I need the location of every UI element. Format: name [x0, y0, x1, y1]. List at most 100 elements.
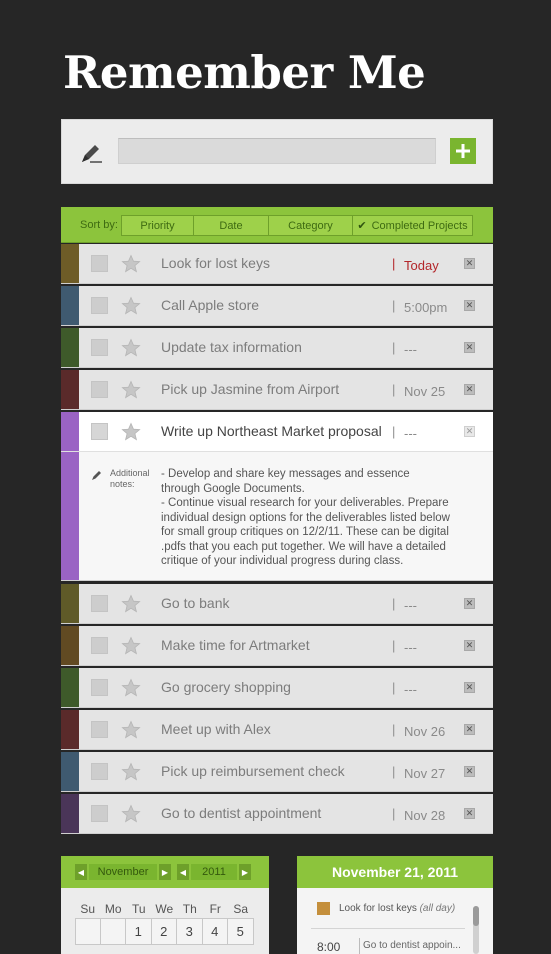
add-task-bar	[61, 119, 493, 184]
task-checkbox[interactable]	[91, 805, 108, 822]
next-month-arrow-icon[interactable]: ▶	[159, 864, 171, 880]
task-checkbox[interactable]	[91, 255, 108, 272]
delete-task-icon[interactable]: ✕	[464, 426, 475, 437]
task-label[interactable]: Call Apple store	[161, 297, 259, 313]
star-icon[interactable]	[121, 720, 141, 740]
delete-task-icon[interactable]: ✕	[464, 808, 475, 819]
due-date: ---	[404, 598, 417, 613]
calendar-header: ◀ November ▶ ◀ 2011 ▶	[61, 856, 269, 888]
prev-year-arrow-icon[interactable]: ◀	[177, 864, 189, 880]
pencil-icon	[92, 471, 101, 480]
timed-event[interactable]: Go to dentist appoin...	[363, 940, 461, 951]
sort-priority-button[interactable]: Priority	[122, 216, 194, 235]
star-icon[interactable]	[121, 422, 141, 442]
task-checkbox[interactable]	[91, 721, 108, 738]
task-label[interactable]: Go to dentist appointment	[161, 805, 321, 821]
task-row[interactable]: Call Apple store | 5:00pm ✕	[61, 286, 493, 326]
task-checkbox[interactable]	[91, 763, 108, 780]
delete-task-icon[interactable]: ✕	[464, 598, 475, 609]
delete-task-icon[interactable]: ✕	[464, 766, 475, 777]
task-label[interactable]: Go grocery shopping	[161, 679, 291, 695]
task-label[interactable]: Meet up with Alex	[161, 721, 271, 737]
calendar-day[interactable]: 5	[228, 919, 254, 945]
due-date: ---	[404, 640, 417, 655]
star-icon[interactable]	[121, 762, 141, 782]
star-icon[interactable]	[121, 338, 141, 358]
delete-task-icon[interactable]: ✕	[464, 300, 475, 311]
sort-category-button[interactable]: Category	[269, 216, 353, 235]
delete-task-icon[interactable]: ✕	[464, 682, 475, 693]
delete-task-icon[interactable]: ✕	[464, 640, 475, 651]
task-label[interactable]: Write up Northeast Market proposal	[161, 423, 382, 439]
task-row[interactable]: Go grocery shopping | --- ✕	[61, 668, 493, 708]
category-color-strip	[61, 244, 79, 283]
star-icon[interactable]	[121, 380, 141, 400]
weekday-label: Tu	[131, 902, 146, 916]
task-row[interactable]: Write up Northeast Market proposal | --- ✕	[61, 412, 493, 452]
sort-label: Sort by:	[80, 219, 118, 231]
category-color-strip	[61, 794, 79, 833]
pencil-icon	[82, 145, 102, 163]
category-color-strip	[61, 752, 79, 791]
prev-month-arrow-icon[interactable]: ◀	[75, 864, 87, 880]
delete-task-icon[interactable]: ✕	[464, 384, 475, 395]
delete-task-icon[interactable]: ✕	[464, 342, 475, 353]
task-label[interactable]: Make time for Artmarket	[161, 637, 310, 653]
due-date: Nov 27	[404, 766, 446, 781]
task-row[interactable]: Make time for Artmarket | --- ✕	[61, 626, 493, 666]
sort-date-button[interactable]: Date	[194, 216, 269, 235]
star-icon[interactable]	[121, 594, 141, 614]
task-checkbox[interactable]	[91, 637, 108, 654]
task-checkbox[interactable]	[91, 679, 108, 696]
agenda-date-title: November 21, 2011	[297, 856, 493, 888]
task-checkbox[interactable]	[91, 423, 108, 440]
calendar-day[interactable]	[100, 919, 126, 945]
task-row[interactable]: Meet up with Alex | Nov 26 ✕	[61, 710, 493, 750]
month-selector[interactable]: November	[89, 864, 157, 880]
task-row[interactable]: Pick up Jasmine from Airport | Nov 25 ✕	[61, 370, 493, 410]
calendar-day[interactable]: 4	[202, 919, 228, 945]
calendar-day[interactable]: 1	[126, 919, 152, 945]
agenda-scroll-thumb[interactable]	[473, 906, 479, 926]
delete-task-icon[interactable]: ✕	[464, 258, 475, 269]
star-icon[interactable]	[121, 296, 141, 316]
task-label[interactable]: Go to bank	[161, 595, 230, 611]
notes-text[interactable]: - Develop and share key messages and ess…	[161, 467, 451, 569]
due-separator: |	[392, 424, 396, 439]
task-label[interactable]: Pick up reimbursement check	[161, 763, 345, 779]
delete-task-icon[interactable]: ✕	[464, 724, 475, 735]
task-row[interactable]: Look for lost keys | Today ✕	[61, 244, 493, 284]
next-year-arrow-icon[interactable]: ▶	[239, 864, 251, 880]
category-color-strip	[61, 452, 79, 580]
category-color-strip	[61, 710, 79, 749]
new-task-input[interactable]	[118, 138, 436, 164]
all-day-event[interactable]: Look for lost keys (all day)	[317, 902, 455, 915]
task-row[interactable]: Update tax information | --- ✕	[61, 328, 493, 368]
due-separator: |	[392, 638, 396, 653]
task-checkbox[interactable]	[91, 339, 108, 356]
calendar-day[interactable]: 2	[151, 919, 177, 945]
task-label[interactable]: Look for lost keys	[161, 255, 270, 271]
year-selector[interactable]: 2011	[191, 864, 237, 880]
calendar-day[interactable]: 3	[177, 919, 203, 945]
task-checkbox[interactable]	[91, 595, 108, 612]
check-icon: ✔	[357, 220, 367, 232]
task-row[interactable]: Pick up reimbursement check | Nov 27 ✕	[61, 752, 493, 792]
add-task-button[interactable]	[450, 138, 476, 164]
task-row[interactable]: Go to bank | --- ✕	[61, 584, 493, 624]
sort-completed-projects-button[interactable]: ✔ Completed Projects	[353, 216, 472, 235]
app-title: Remember Me	[63, 46, 426, 99]
time-label: 8:00	[317, 940, 341, 954]
star-icon[interactable]	[121, 254, 141, 274]
task-checkbox[interactable]	[91, 297, 108, 314]
task-row[interactable]: Go to dentist appointment | Nov 28 ✕	[61, 794, 493, 834]
star-icon[interactable]	[121, 636, 141, 656]
star-icon[interactable]	[121, 804, 141, 824]
category-swatch	[317, 902, 330, 915]
task-label[interactable]: Update tax information	[161, 339, 302, 355]
star-icon[interactable]	[121, 678, 141, 698]
task-checkbox[interactable]	[91, 381, 108, 398]
calendar-day[interactable]	[75, 919, 101, 945]
task-label[interactable]: Pick up Jasmine from Airport	[161, 381, 339, 397]
due-date: 5:00pm	[404, 300, 448, 315]
